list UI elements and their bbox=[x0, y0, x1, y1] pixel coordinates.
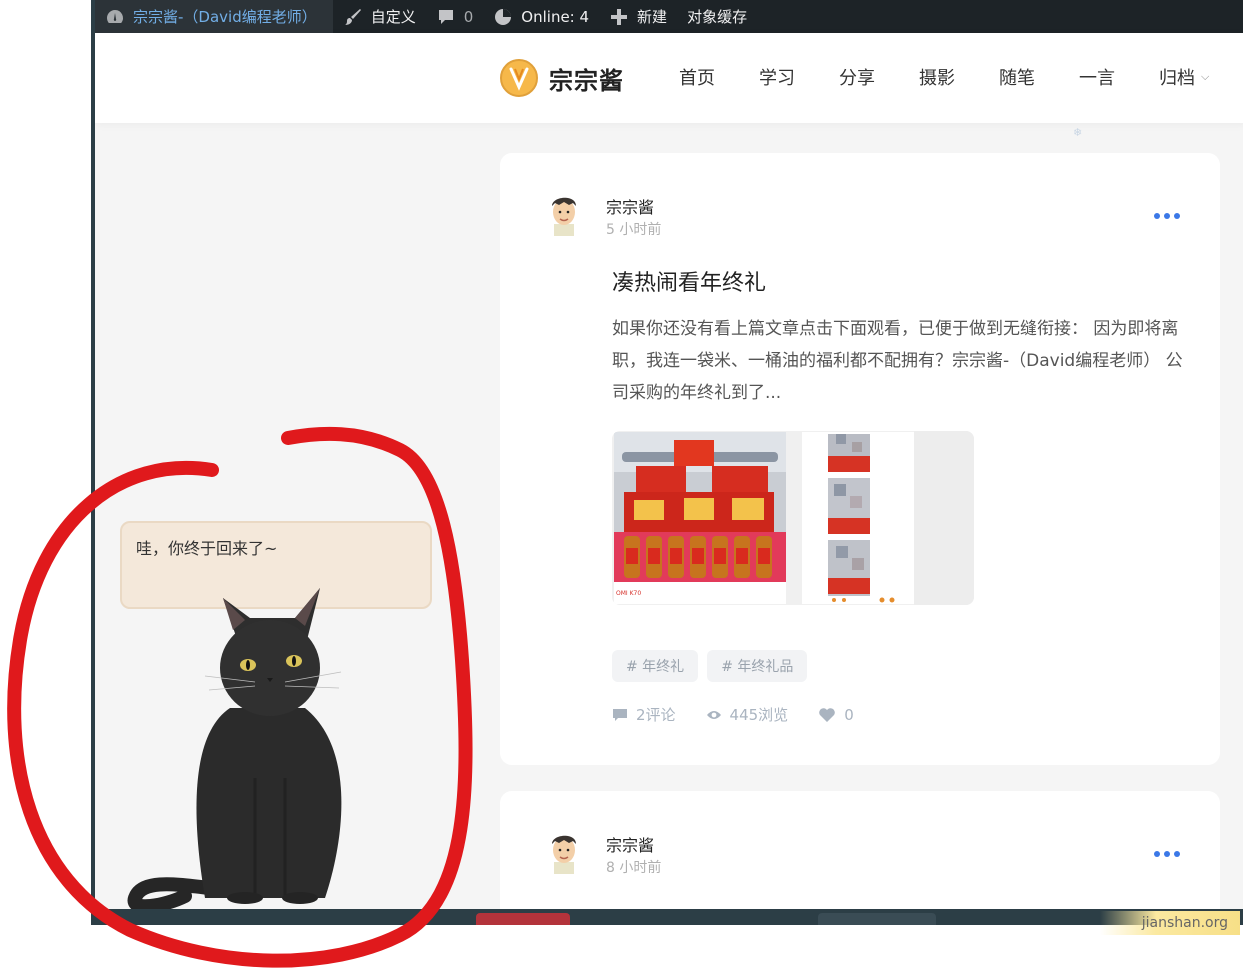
heart-icon bbox=[819, 707, 835, 722]
admin-bar-new[interactable]: 新建 bbox=[599, 0, 677, 33]
site-logo[interactable] bbox=[500, 59, 538, 97]
post-excerpt: 如果你还没有看上篇文章点击下面观看，已便于做到无缝衔接： 因为即将离职，我连一袋… bbox=[612, 319, 1183, 403]
gift-photo-collage[interactable] bbox=[802, 432, 914, 604]
taskbar bbox=[91, 909, 1243, 925]
post-card: 宗宗酱 8 小时前 bbox=[500, 791, 1220, 925]
admin-bar-comments-count: 0 bbox=[463, 7, 474, 26]
eye-icon bbox=[706, 710, 721, 719]
nav-item-share[interactable]: 分享 bbox=[839, 64, 919, 90]
admin-bar: 宗宗酱-（David编程老师） 自定义 0 Online: 4 新建 对象缓存 bbox=[95, 0, 1243, 33]
gift-photo-placeholder[interactable] bbox=[914, 431, 974, 605]
post-author[interactable]: 宗宗酱 bbox=[606, 832, 654, 856]
site-name[interactable]: 宗宗酱 bbox=[549, 61, 624, 96]
admin-bar-comments[interactable]: 0 bbox=[426, 0, 484, 33]
taskbar-button[interactable] bbox=[818, 913, 936, 925]
post-views-label: 445浏览 bbox=[729, 706, 789, 724]
tag-item[interactable]: # 年终礼 bbox=[612, 650, 699, 682]
admin-bar-online-label: Online: 4 bbox=[521, 7, 590, 26]
post-time: 5 小时前 bbox=[606, 222, 662, 238]
photo-caption: OMI K70 bbox=[616, 590, 641, 597]
author-avatar[interactable] bbox=[544, 828, 584, 874]
tag-item[interactable]: # 年终礼品 bbox=[707, 650, 808, 682]
plus-icon bbox=[609, 7, 629, 27]
nav-item-photography[interactable]: 摄影 bbox=[919, 64, 999, 90]
nav-item-home[interactable]: 首页 bbox=[679, 64, 759, 90]
more-options-icon[interactable] bbox=[1154, 213, 1180, 219]
post-views: 445浏览 bbox=[706, 704, 789, 725]
dashboard-icon bbox=[105, 7, 125, 27]
post-title[interactable]: 凑热闹看年终礼 bbox=[612, 265, 766, 297]
nav-item-quotes[interactable]: 一言 bbox=[1079, 64, 1159, 90]
admin-bar-customize-label: 自定义 bbox=[370, 8, 416, 26]
post-time: 8 小时前 bbox=[606, 860, 662, 876]
pet-message: 哇，你终于回来了~ bbox=[136, 539, 278, 558]
more-options-icon[interactable] bbox=[1154, 851, 1180, 857]
browser-viewport: 宗宗酱-（David编程老师） 自定义 0 Online: 4 新建 对象缓存 … bbox=[91, 0, 1243, 925]
post-comments[interactable]: 2评论 bbox=[612, 704, 676, 725]
post-like[interactable]: 0 bbox=[818, 704, 854, 725]
admin-bar-online[interactable]: Online: 4 bbox=[483, 0, 599, 33]
nav-item-archive[interactable]: 归档 ⌵ bbox=[1159, 64, 1239, 90]
site-header: 宗宗酱 首页 学习 分享 摄影 随笔 一言 归档 ⌵ bbox=[95, 33, 1243, 123]
post-card: 宗宗酱 5 小时前 凑热闹看年终礼 如果你还没有看上篇文章点击下面观看，已便于做… bbox=[500, 153, 1220, 765]
nav-item-archive-label: 归档 bbox=[1159, 68, 1195, 89]
watermark: jianshan.org bbox=[1100, 911, 1240, 935]
snowflake-icon: ❄ bbox=[1073, 126, 1083, 139]
post-tags: # 年终礼 # 年终礼品 bbox=[612, 650, 808, 682]
admin-bar-object-cache-label: 对象缓存 bbox=[687, 8, 748, 26]
nav-item-essays[interactable]: 随笔 bbox=[999, 64, 1079, 90]
brush-icon bbox=[343, 7, 363, 27]
admin-bar-object-cache[interactable]: 对象缓存 bbox=[677, 0, 757, 33]
pie-chart-icon bbox=[493, 7, 513, 27]
post-gallery: OMI K70 bbox=[612, 431, 974, 605]
taskbar-button[interactable] bbox=[476, 913, 570, 925]
post-author[interactable]: 宗宗酱 bbox=[606, 194, 654, 218]
author-avatar[interactable] bbox=[544, 190, 584, 236]
admin-bar-new-label: 新建 bbox=[637, 8, 668, 26]
gift-photo[interactable]: OMI K70 bbox=[614, 432, 786, 604]
comment-icon bbox=[436, 7, 456, 27]
logo-mark-icon bbox=[509, 67, 529, 91]
comment-icon bbox=[613, 708, 627, 721]
post-likes-count: 0 bbox=[844, 705, 854, 724]
post-comments-label: 2评论 bbox=[636, 706, 676, 724]
black-cat-mascot[interactable] bbox=[105, 578, 375, 912]
admin-bar-site-title: 宗宗酱-（David编程老师） bbox=[133, 8, 317, 26]
main-nav: 首页 学习 分享 摄影 随笔 一言 归档 ⌵ bbox=[679, 64, 1239, 90]
admin-bar-customize[interactable]: 自定义 bbox=[333, 0, 426, 33]
nav-item-study[interactable]: 学习 bbox=[759, 64, 839, 90]
admin-bar-site-link[interactable]: 宗宗酱-（David编程老师） bbox=[95, 0, 333, 33]
post-meta: 2评论 445浏览 0 bbox=[612, 704, 854, 725]
chevron-down-icon: ⌵ bbox=[1201, 70, 1210, 83]
